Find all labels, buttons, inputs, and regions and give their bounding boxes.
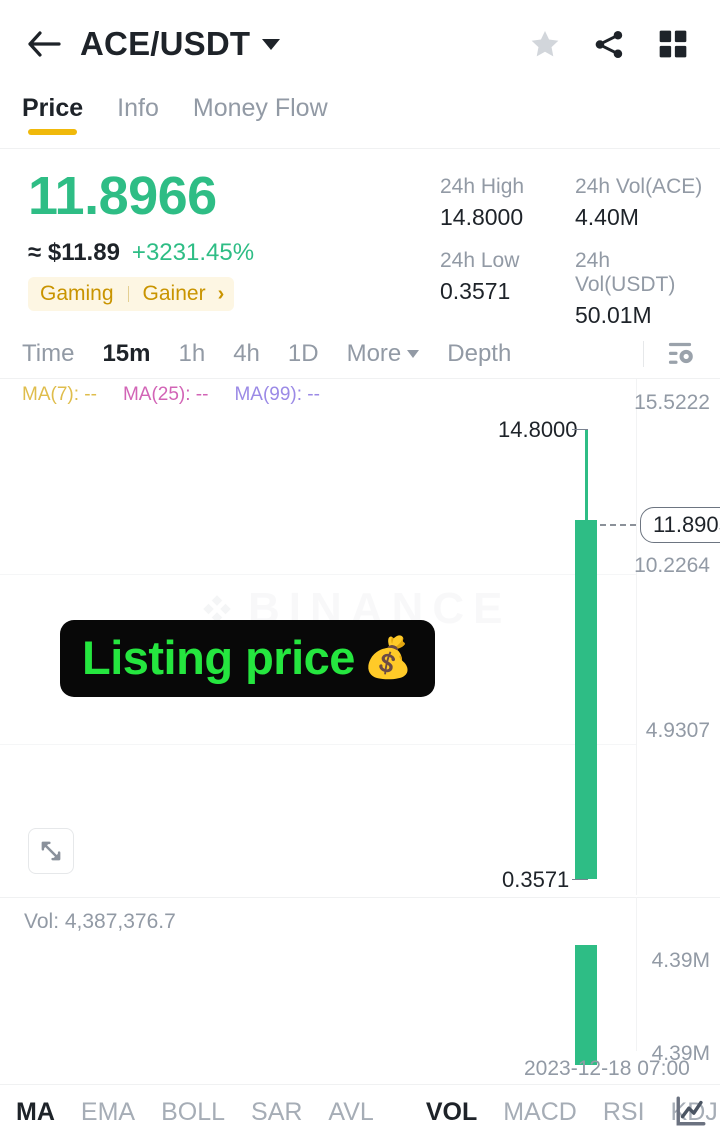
stat-value: 50.01M (575, 302, 652, 328)
timeframe-1h[interactable]: 1h (179, 340, 206, 368)
tabs-divider (0, 148, 720, 149)
y-axis-label-bottom: 4.9307 (645, 719, 710, 742)
chevron-right-icon[interactable]: › (218, 283, 225, 306)
stat-24h-vol-ace: 24h Vol(ACE) 4.40M (575, 175, 710, 231)
stat-24h-vol-usdt: 24h Vol(USDT) 50.01M (575, 249, 710, 329)
timeframe-depth[interactable]: Depth (447, 340, 511, 368)
current-price-dashed-line (600, 524, 636, 526)
ma25-legend: MA(25): -- (122, 384, 209, 405)
timeframe-1d[interactable]: 1D (288, 340, 319, 368)
chart-gridline (0, 744, 636, 745)
candle-high-label: 14.8000 (498, 417, 578, 442)
share-button[interactable] (584, 19, 634, 69)
y-axis-label-top: 15.5222 (634, 391, 710, 414)
page-title: ACE/USDT (80, 25, 251, 62)
annotation-text: Listing price (82, 631, 355, 684)
stat-value: 14.8000 (440, 204, 524, 230)
stat-label: 24h Low (440, 249, 520, 272)
stat-label: 24h Vol(ACE) (575, 175, 703, 198)
price-chart[interactable]: MA(7): -- MA(25): -- MA(99): -- 15.5222 … (0, 379, 720, 895)
indicator-sar[interactable]: SAR (251, 1098, 302, 1127)
back-button[interactable] (22, 22, 66, 66)
indicator-boll[interactable]: BOLL (161, 1098, 225, 1127)
ma7-legend: MA(7): -- (22, 384, 97, 405)
candle-high-leader-line (572, 429, 588, 430)
volume-top-divider (0, 897, 720, 898)
last-price: 11.8966 (28, 166, 217, 226)
arrow-left-icon (28, 31, 61, 57)
timeframe-divider (643, 341, 644, 367)
tab-info[interactable]: Info (117, 94, 159, 135)
timeframe-4h[interactable]: 4h (233, 340, 260, 368)
tab-price[interactable]: Price (22, 94, 83, 135)
star-icon (531, 30, 559, 56)
chevron-down-icon (407, 350, 420, 358)
price-main-block: 11.8966 ≈ $11.89 +3231.45% Gaming Gainer… (28, 169, 254, 311)
volume-chart[interactable]: Vol: 4,387,376.7 4.39M 4.39M 2023-12-18 … (0, 897, 720, 1085)
indicator-ma[interactable]: MA (16, 1098, 55, 1127)
candle-low-leader-line (572, 879, 588, 880)
app-header: ACE/USDT (0, 0, 720, 88)
chart-settings-icon (668, 342, 693, 364)
chevron-down-icon[interactable] (262, 38, 281, 50)
listing-price-annotation: Listing price 💰 (60, 620, 435, 697)
layout-grid-button[interactable] (648, 19, 698, 69)
tag-gainer[interactable]: Gainer (143, 282, 206, 306)
stats-row-2: 24h Low 0.3571 24h Vol(USDT) 50.01M (440, 249, 710, 329)
volume-y-label-top: 4.39M (651, 949, 710, 972)
line-chart-icon (676, 1096, 706, 1126)
timeframe-15m[interactable]: 15m (102, 340, 150, 368)
tag-gaming[interactable]: Gaming (40, 282, 114, 306)
fullscreen-icon (41, 841, 61, 861)
money-bag-icon: 💰 (362, 636, 413, 680)
tag-separator (127, 286, 129, 302)
indicator-rsi[interactable]: RSI (603, 1098, 645, 1127)
price-panel: 11.8966 ≈ $11.89 +3231.45% Gaming Gainer… (0, 155, 720, 329)
section-tabs: Price Info Money Flow (0, 88, 720, 150)
volume-axis-divider (636, 897, 637, 1051)
candle-low-label: 0.3571 (502, 867, 570, 892)
indicator-avl[interactable]: AVL (328, 1098, 373, 1127)
fullscreen-button[interactable] (28, 828, 74, 874)
indicator-ema[interactable]: EMA (81, 1098, 135, 1127)
indicator-vol[interactable]: VOL (426, 1098, 477, 1127)
price-usd-approx: ≈ $11.89 (28, 239, 120, 266)
volume-legend: Vol: 4,387,376.7 (24, 910, 176, 933)
timeframe-bar: Time 15m 1h 4h 1D More Depth (0, 330, 720, 378)
timeframe-time[interactable]: Time (22, 340, 74, 368)
timeframe-more[interactable]: More (347, 340, 420, 368)
market-stats: 24h High 14.8000 24h Vol(ACE) 4.40M 24h … (440, 175, 710, 329)
chart-gridline (0, 574, 636, 575)
tab-money-flow[interactable]: Money Flow (193, 94, 328, 135)
x-axis-time-label: 2023-12-18 07:00 (524, 1057, 690, 1080)
stat-label: 24h High (440, 175, 525, 198)
category-tags[interactable]: Gaming Gainer › (28, 277, 235, 311)
stat-label: 24h Vol(USDT) (575, 249, 676, 296)
trading-chart-screen: ACE/USDT Price Info Money Flow 11.8966 ≈… (0, 0, 720, 1140)
stats-row-1: 24h High 14.8000 24h Vol(ACE) 4.40M (440, 175, 710, 231)
chart-settings-button[interactable] (662, 336, 698, 372)
price-sub-row: ≈ $11.89 +3231.45% (28, 239, 254, 267)
volume-bar (575, 945, 597, 1065)
stat-24h-low: 24h Low 0.3571 (440, 249, 575, 329)
stat-value: 0.3571 (440, 278, 511, 304)
chart-axis-divider (636, 379, 637, 895)
grid-icon (659, 30, 687, 58)
candle-body (575, 520, 597, 879)
ma99-legend: MA(99): -- (234, 384, 320, 405)
timeframe-more-label: More (346, 340, 402, 367)
indicator-macd[interactable]: MACD (503, 1098, 577, 1127)
ma-legend: MA(7): -- MA(25): -- MA(99): -- (22, 384, 346, 406)
stat-24h-high: 24h High 14.8000 (440, 175, 575, 231)
favorite-button[interactable] (520, 19, 570, 69)
y-axis-label-mid: 10.2264 (634, 554, 710, 577)
current-price-badge: 11.8905 (640, 507, 720, 543)
price-change-percent: +3231.45% (131, 239, 255, 266)
stat-value: 4.40M (575, 204, 639, 230)
chart-type-button[interactable] (674, 1094, 708, 1128)
indicator-bar: MA EMA BOLL SAR AVL VOL MACD RSI KDJ (0, 1085, 720, 1140)
share-icon (595, 30, 623, 58)
